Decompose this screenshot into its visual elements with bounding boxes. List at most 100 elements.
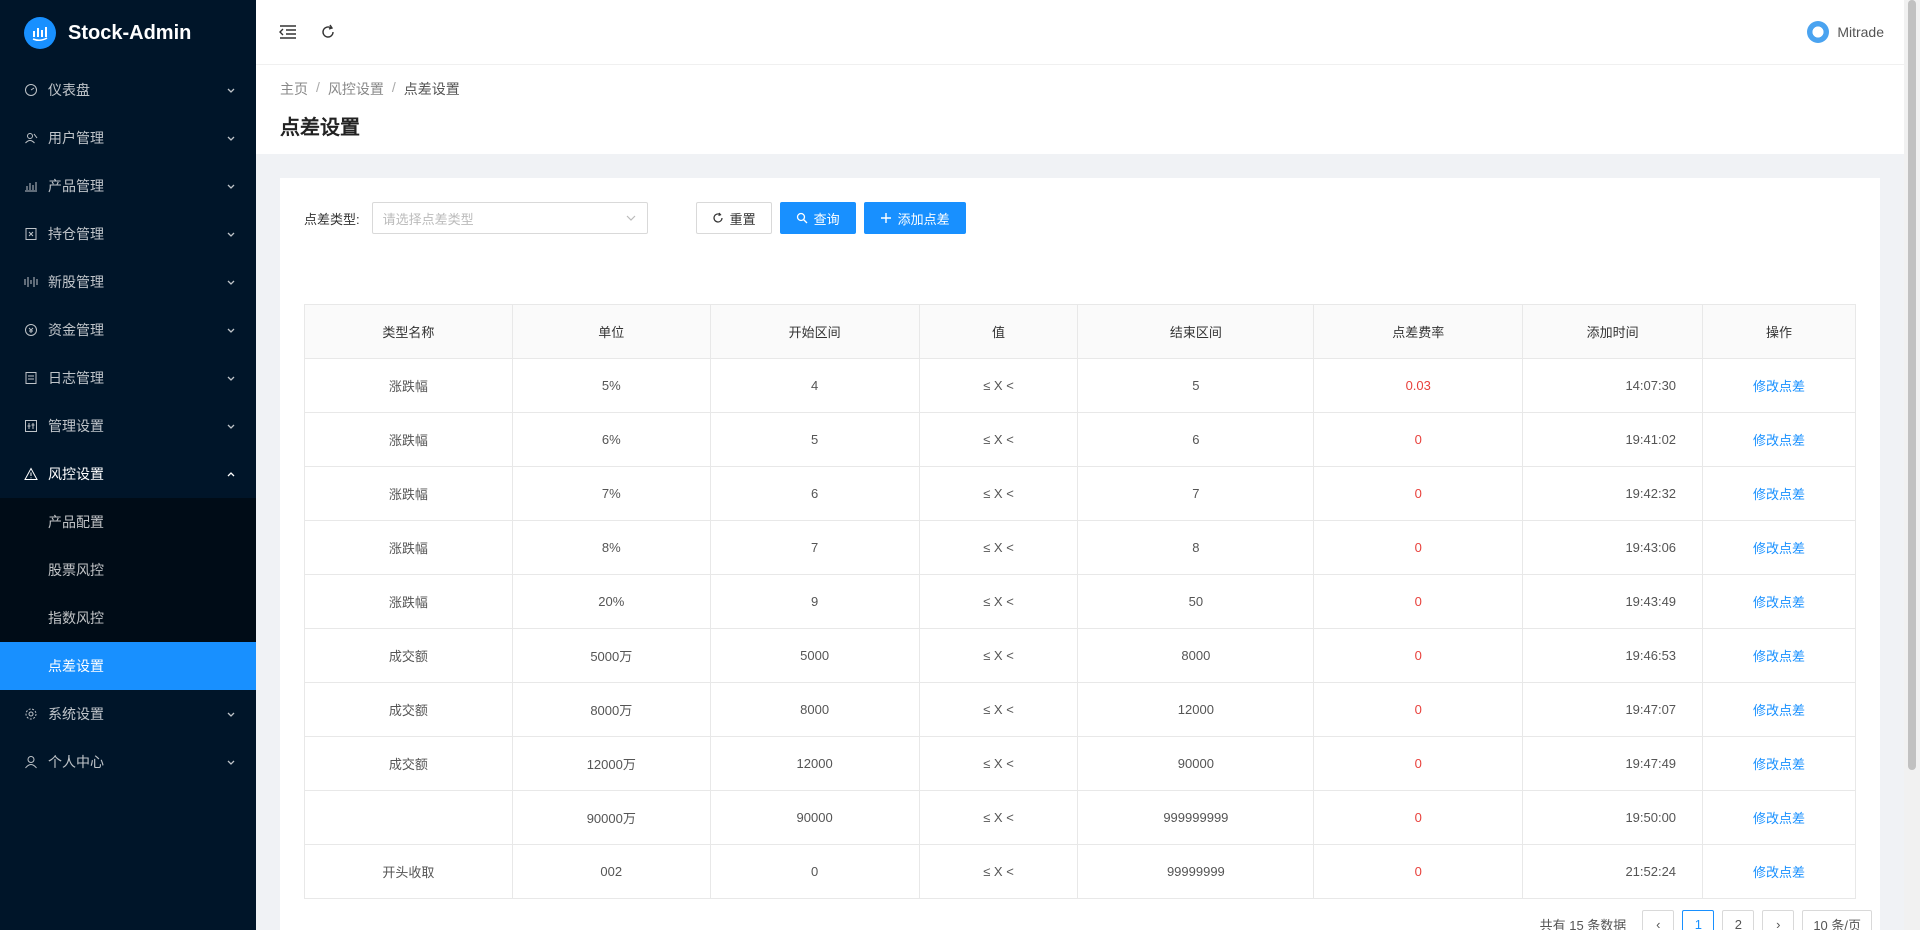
breadcrumb-home[interactable]: 主页 — [280, 79, 308, 99]
add-spread-button[interactable]: 添加点差 — [863, 202, 966, 234]
add-spread-label: 添加点差 — [897, 211, 950, 227]
gear-icon — [24, 707, 38, 721]
submenu-item-1[interactable]: 股票风控 — [0, 546, 256, 594]
sidebar-item-10[interactable]: 个人中心 — [0, 738, 256, 786]
edit-spread-link[interactable]: 修改点差 — [1753, 379, 1805, 394]
table-row: 成交额 5000万 5000 ≤ X <8000 0 19:46:53 修改点差 — [304, 628, 1856, 683]
filter-label: 点差类型: — [304, 211, 360, 227]
table-cell: 0 — [1313, 628, 1524, 683]
chevron-up-icon — [227, 472, 235, 477]
edit-spread-link[interactable]: 修改点差 — [1753, 649, 1805, 664]
submenu-item-3[interactable]: 点差设置 — [0, 642, 256, 690]
plus-icon — [880, 213, 891, 223]
sidebar-item-label: 风控设置 — [48, 466, 104, 482]
chevron-down-icon — [227, 760, 235, 765]
sidebar-item-3[interactable]: 持仓管理 — [0, 210, 256, 258]
edit-spread-link[interactable]: 修改点差 — [1753, 811, 1805, 826]
table-cell: ≤ X < — [918, 574, 1079, 629]
table-cell: 19:43:49 — [1522, 574, 1704, 629]
table-cell: ≤ X < — [918, 412, 1079, 467]
table-cell: ≤ X < — [918, 736, 1079, 791]
table-header-row: 类型名称 单位 开始区间值结束区间 点差费率 添加时间 操作 — [304, 304, 1856, 359]
sidebar-item-4[interactable]: 新股管理 — [0, 258, 256, 306]
table-cell: ≤ X < — [918, 358, 1079, 413]
collapse-menu-icon[interactable] — [276, 20, 300, 44]
edit-spread-link[interactable]: 修改点差 — [1753, 757, 1805, 772]
table-cell: 90000 — [709, 790, 920, 845]
table-cell: 7 — [709, 520, 920, 575]
submenu-item-0[interactable]: 产品配置 — [0, 498, 256, 546]
table-cell: 5 — [1077, 358, 1315, 413]
table-cell: 开头收取 — [304, 844, 513, 899]
table-cell: 6 — [1077, 412, 1315, 467]
money-icon — [24, 323, 38, 337]
reset-icon — [713, 212, 723, 223]
table-cell: 8 — [1077, 520, 1315, 575]
breadcrumb-separator: / — [316, 79, 320, 95]
scrollbar-thumb[interactable] — [1908, 0, 1916, 770]
sidebar-item-6[interactable]: 日志管理 — [0, 354, 256, 402]
edit-spread-link[interactable]: 修改点差 — [1753, 595, 1805, 610]
page-size-select[interactable]: 10 条/页 — [1802, 910, 1872, 930]
table-row: 开头收取 002 0 ≤ X <99999999 0 21:52:24 修改点差 — [304, 844, 1856, 899]
pagination-total: 共有 15 条数据 — [1539, 917, 1627, 930]
search-icon — [796, 212, 808, 224]
table-cell: 8000 — [709, 682, 920, 737]
table-cell: 12000 — [709, 736, 920, 791]
edit-spread-link[interactable]: 修改点差 — [1753, 433, 1805, 448]
table-cell: 0 — [1313, 736, 1524, 791]
sidebar-item-7[interactable]: 管理设置 — [0, 402, 256, 450]
table-cell: 涨跌幅 — [304, 466, 513, 521]
sidebar-item-2[interactable]: 产品管理 — [0, 162, 256, 210]
breadcrumb-parent[interactable]: 风控设置 — [328, 79, 384, 99]
spread-type-select[interactable]: 请选择点差类型 — [371, 202, 648, 234]
sidebar-item-label: 持仓管理 — [48, 226, 104, 242]
table-cell: 0 — [1313, 574, 1524, 629]
table-cell: 修改点差 — [1702, 844, 1856, 899]
table-cell: 8000 — [1077, 628, 1315, 683]
vertical-scrollbar[interactable] — [1904, 0, 1920, 930]
user-menu[interactable]: Mitrade — [1807, 21, 1884, 43]
table-row: 涨跌幅 20% 9 ≤ X <50 0 19:43:49 修改点差 — [304, 574, 1856, 629]
sidebar-item-0[interactable]: 仪表盘 — [0, 66, 256, 114]
page-button-1[interactable]: 1 — [1682, 910, 1715, 930]
logo[interactable]: Stock-Admin — [0, 0, 256, 66]
edit-spread-link[interactable]: 修改点差 — [1753, 487, 1805, 502]
sidebar-item-5[interactable]: 资金管理 — [0, 306, 256, 354]
sidebar: Stock-Admin 仪表盘 用户管理产品管理持仓管理新股管理 资金管理日志管理管… — [0, 0, 256, 930]
chevron-down-icon — [227, 280, 235, 285]
table-cell: 5000 — [709, 628, 920, 683]
page-button-2[interactable]: 2 — [1722, 910, 1755, 930]
table-cell: 12000万 — [511, 736, 711, 791]
table-cell: 修改点差 — [1702, 628, 1856, 683]
reset-label: 重置 — [729, 211, 756, 227]
table-cell: 0.03 — [1313, 358, 1524, 413]
table-row: 成交额 8000万 8000 ≤ X <12000 0 19:47:07 修改点差 — [304, 682, 1856, 737]
spread-table: 类型名称 单位 开始区间值结束区间 点差费率 添加时间 操作 涨跌幅 5% 4 ≤ X <5 0.… — [304, 304, 1856, 899]
sidebar-item-label: 产品管理 — [48, 178, 104, 194]
breadcrumb: 主页 / 风控设置 / 点差设置 — [280, 79, 1880, 99]
table-cell: 涨跌幅 — [304, 520, 513, 575]
chevron-down-icon — [227, 88, 235, 93]
table-cell: 修改点差 — [1702, 520, 1856, 575]
reset-button[interactable]: 重置 — [695, 202, 772, 234]
table-cell: 6 — [709, 466, 920, 521]
filter-bar: 点差类型: 请选择点差类型 重置 查询 添加点差 — [304, 202, 966, 234]
table-cell: 成交额 — [304, 628, 513, 683]
edit-spread-link[interactable]: 修改点差 — [1753, 541, 1805, 556]
sidebar-item-8[interactable]: 风控设置 — [0, 450, 256, 498]
refresh-icon[interactable] — [316, 20, 340, 44]
sidebar-item-label: 日志管理 — [48, 370, 104, 386]
chevron-down-icon — [227, 328, 235, 333]
submenu-item-2[interactable]: 指数风控 — [0, 594, 256, 642]
edit-spread-link[interactable]: 修改点差 — [1753, 865, 1805, 880]
table-cell: 90000 — [1077, 736, 1315, 791]
edit-spread-link[interactable]: 修改点差 — [1753, 703, 1805, 718]
sidebar-item-9[interactable]: 系统设置 — [0, 690, 256, 738]
query-button[interactable]: 查询 — [779, 202, 856, 234]
sidebar-item-1[interactable]: 用户管理 — [0, 114, 256, 162]
risk-submenu: 产品配置 股票风控 指数风控 点差设置 — [0, 498, 256, 690]
page-header: 主页 / 风控设置 / 点差设置 点差设置 — [256, 64, 1904, 154]
prev-page-button[interactable]: ‹ — [1642, 910, 1675, 930]
next-page-button[interactable]: › — [1762, 910, 1795, 930]
